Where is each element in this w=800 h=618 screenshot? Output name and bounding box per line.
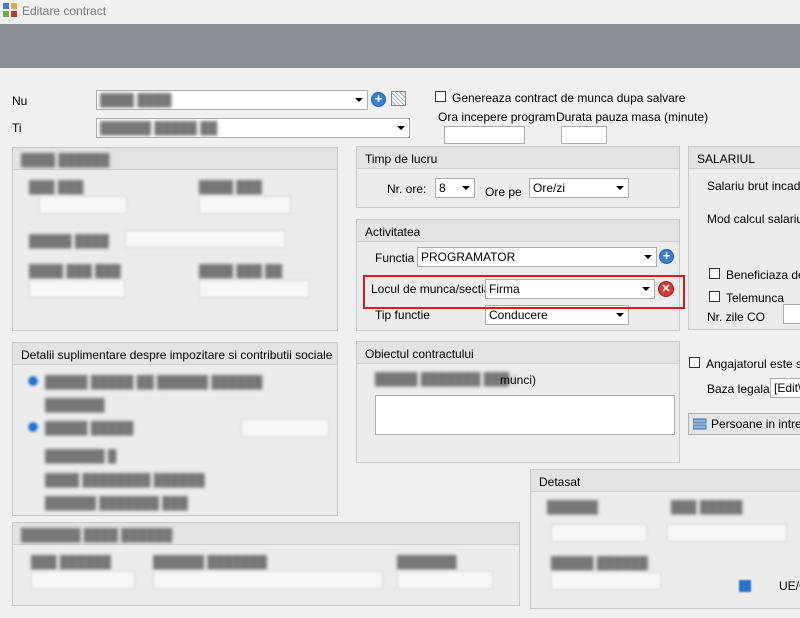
contract-object-partial: munci): [500, 373, 537, 387]
telework-label: Telemunca: [726, 291, 785, 305]
employer-exempt-label: Angajatorul este scu: [706, 357, 800, 371]
per-combo[interactable]: Ore/zi: [529, 178, 629, 198]
employer-exempt-checkbox[interactable]: [689, 357, 700, 368]
edit-grid-icon[interactable]: [391, 91, 406, 106]
chevron-down-icon: [355, 98, 363, 102]
benefits-label: Beneficiaza de t: [726, 268, 800, 282]
per-label: Ore pe: [485, 185, 522, 199]
chevron-down-icon: [644, 255, 652, 259]
highlight-box: [363, 275, 685, 309]
start-program-label: Ora incepere program: [438, 110, 556, 124]
start-program-input[interactable]: [444, 126, 525, 144]
lunch-break-label: Durata pauza masa (minute): [556, 110, 709, 124]
type-combo[interactable]: ██████ █████ ██: [96, 118, 410, 138]
name-label: Nu: [12, 94, 28, 108]
header-banner: [0, 24, 800, 68]
work-time-header: Timp de lucru: [357, 147, 679, 169]
leave-days-label: Nr. zile CO: [707, 310, 766, 324]
activity-header: Activitatea: [357, 220, 679, 242]
type-combo-value: ██████ █████ ██: [100, 121, 218, 135]
seconded-group: Detasat ██████ ███ █████ █████ ██████ UE…: [530, 469, 800, 609]
seconded-checkbox[interactable]: [739, 580, 751, 592]
chevron-down-icon: [397, 126, 405, 130]
seconded-partial: UE/C: [779, 579, 800, 593]
functia-label: Functia: [375, 251, 415, 265]
chevron-down-icon: [616, 313, 624, 317]
generate-contract-label: Genereaza contract de munca dupa salvare: [452, 91, 686, 105]
contract-details-group: ████ ██████ ███ ███ ████ ███ █████ ████ …: [12, 147, 338, 331]
work-time-group: Timp de lucru Nr. ore: 8 Ore pe Ore/zi: [356, 146, 680, 208]
chevron-down-icon: [616, 186, 624, 190]
functia-combo[interactable]: PROGRAMATOR: [417, 247, 657, 267]
tax-details-group: Detalii suplimentare despre impozitare s…: [12, 342, 338, 516]
people-icon: [693, 418, 707, 430]
legal-basis-label: Baza legala: [707, 382, 770, 396]
bottom-details-group: ███████ ████ ██████ ███ ██████ ██████ ██…: [12, 522, 520, 606]
type-label: Ti: [12, 121, 22, 135]
tax-details-header: Detalii suplimentare despre impozitare s…: [13, 343, 337, 365]
salary-header: SALARIUL: [689, 147, 800, 169]
generate-contract-checkbox[interactable]: [435, 91, 446, 102]
benefits-checkbox[interactable]: [709, 268, 720, 279]
chevron-down-icon: [462, 186, 470, 190]
hours-combo[interactable]: 8: [435, 178, 475, 198]
hours-label: Nr. ore:: [387, 182, 427, 196]
add-function-icon[interactable]: +: [659, 249, 674, 264]
legal-basis-combo[interactable]: [Edit\: [770, 378, 800, 398]
add-person-icon[interactable]: +: [371, 92, 386, 107]
salary-calc-mode-label: Mod calcul salariu: [707, 212, 800, 226]
telework-checkbox[interactable]: [709, 291, 720, 302]
dependents-button[interactable]: Persoane in intretin: [688, 413, 800, 435]
salary-group: SALARIUL Salariu brut incadra Mod calcul…: [688, 146, 800, 330]
window-title: Editare contract: [22, 4, 107, 18]
seconded-header: Detasat: [531, 470, 800, 492]
contract-object-textarea[interactable]: [375, 395, 675, 435]
tip-functie-label: Tip functie: [375, 308, 430, 322]
contract-object-header: Obiectul contractului: [357, 342, 679, 364]
name-combo[interactable]: ████ ████: [96, 90, 368, 110]
gross-salary-label: Salariu brut incadra: [707, 179, 800, 193]
app-icon: [3, 3, 17, 17]
lunch-break-input[interactable]: [561, 126, 607, 144]
contract-details-header: ████ ██████: [13, 148, 337, 170]
title-bar: Editare contract: [0, 0, 800, 24]
contract-object-group: Obiectul contractului █████ ███████ ███ …: [356, 341, 680, 463]
leave-days-input[interactable]: [783, 304, 800, 324]
name-combo-value: ████ ████: [100, 93, 172, 107]
